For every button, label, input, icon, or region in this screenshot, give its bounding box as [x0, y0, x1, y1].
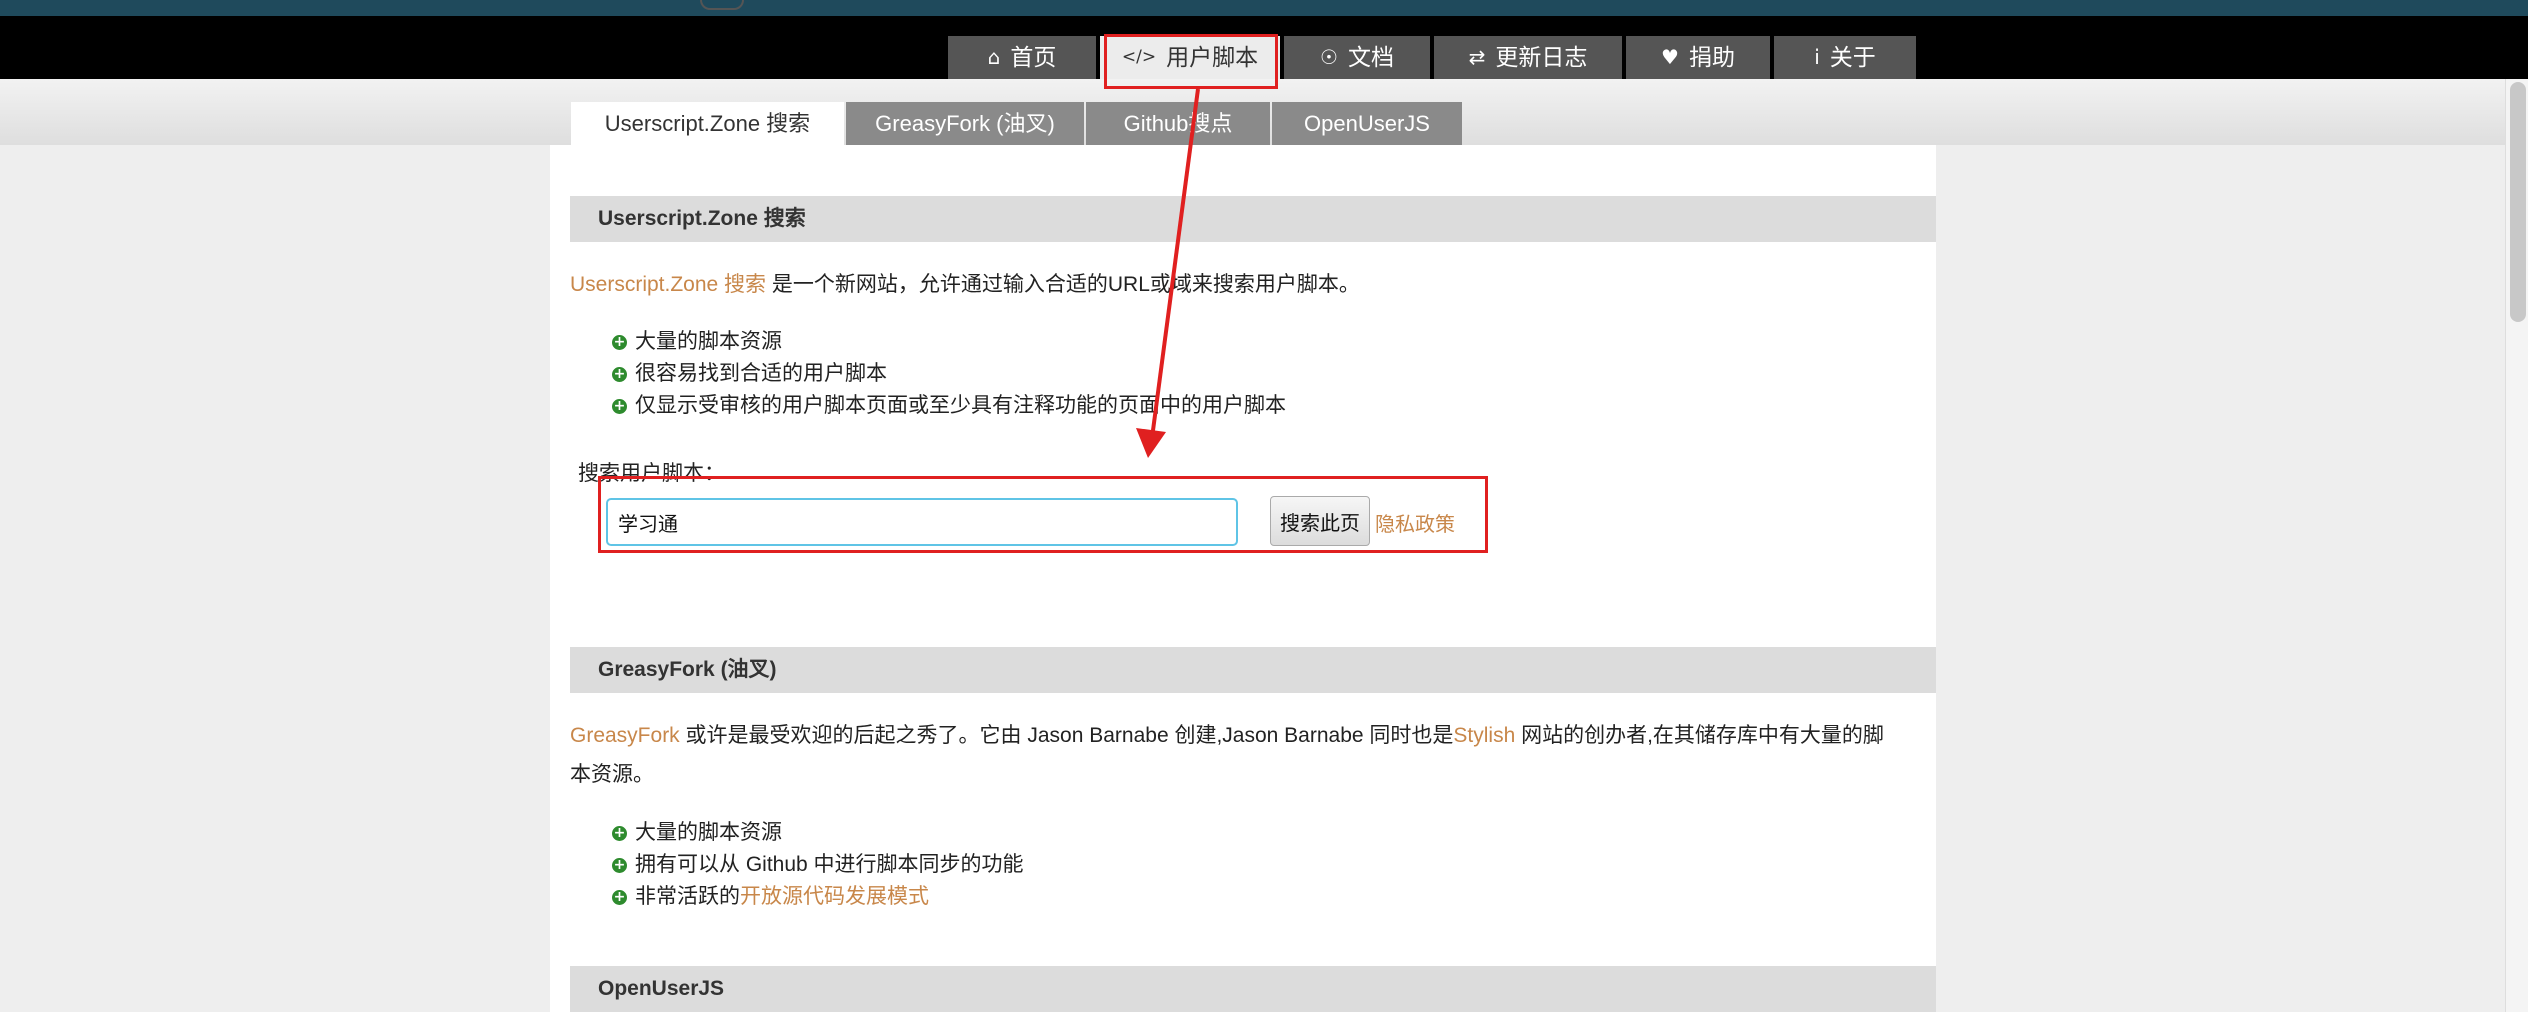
annotation-arrow-line: [1150, 88, 1200, 439]
annotation-arrow: [1136, 88, 1200, 458]
annotation-arrow-head: [1136, 428, 1166, 458]
